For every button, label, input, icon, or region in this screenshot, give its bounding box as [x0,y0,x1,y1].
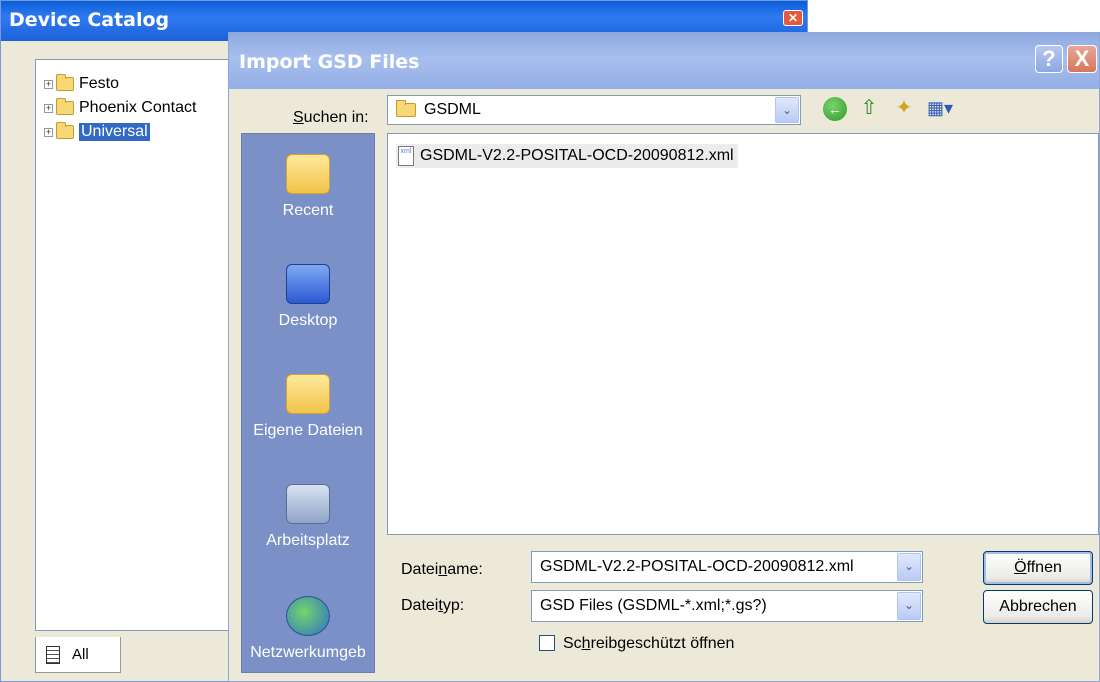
file-item[interactable]: xml GSDML-V2.2-POSITAL-OCD-20090812.xml [396,144,738,168]
tree-item-phoenix-contact[interactable]: + Phoenix Contact [44,98,196,118]
filename-label-post: ame: [447,561,483,578]
place-label: Arbeitsplatz [266,532,350,549]
look-in-value: GSDML [424,101,481,118]
expand-icon[interactable]: + [44,127,53,137]
cancel-button[interactable]: Abbrechen [983,590,1093,624]
tree-item-universal[interactable]: + Universal [44,122,150,142]
open-button[interactable]: Öffnen [983,551,1093,585]
look-in-label: Suchen in: [293,109,369,127]
new-folder-icon[interactable]: ✦ [891,95,917,121]
filename-accesskey: n [438,561,448,578]
filename-label: Dateiname: [401,561,483,579]
readonly-label[interactable]: Schreibgeschützt öffnen [563,635,734,653]
place-my-computer[interactable]: Arbeitsplatz [242,484,374,550]
readonly-checkbox[interactable] [539,635,555,651]
place-recent[interactable]: Recent [242,154,374,220]
folder-icon [396,100,416,117]
open-button-label: ffnen [1026,559,1062,576]
filetype-label: Dateityp: [401,597,464,615]
network-icon [286,596,330,636]
recent-folder-icon [286,154,330,194]
close-button[interactable]: X [1067,45,1097,73]
tab-all-label: All [72,646,89,663]
document-icon [46,645,60,664]
place-network[interactable]: Netzwerkumgeb [242,596,374,662]
filename-label-pre: Datei [401,561,439,578]
chevron-down-icon[interactable]: ⌄ [897,592,921,620]
filename-input[interactable]: GSDML-V2.2-POSITAL-OCD-20090812.xml ⌄ [531,551,923,583]
readonly-label-post: reibgeschützt öffnen [590,635,735,652]
back-icon[interactable]: ← [823,97,847,121]
look-in-dropdown[interactable]: GSDML ⌄ [387,95,801,125]
device-tree: + Festo + Phoenix Contact + Universal [35,59,235,631]
folder-icon [56,122,74,139]
places-bar: Recent Desktop Eigene Dateien Arbeitspla… [241,133,375,673]
tab-all[interactable]: All [35,637,121,673]
views-menu-icon[interactable]: ▦▾ [927,95,971,121]
tree-item-label: Festo [79,75,120,92]
look-in-label-text: uchen in: [303,109,369,126]
xml-file-icon: xml [398,146,414,166]
import-gsd-dialog: Import GSD Files ? X Suchen in: GSDML ⌄ … [228,32,1100,682]
filename-value: GSDML-V2.2-POSITAL-OCD-20090812.xml [540,558,854,575]
filetype-label-post: yp: [442,597,465,614]
place-label: Recent [282,202,334,219]
tree-item-festo[interactable]: + Festo [44,74,119,94]
file-list[interactable]: xml GSDML-V2.2-POSITAL-OCD-20090812.xml [387,133,1099,535]
readonly-label-pre: Sc [563,635,582,652]
place-label: Desktop [278,312,338,329]
open-accesskey: Ö [1014,559,1027,576]
filetype-dropdown[interactable]: GSD Files (GSDML-*.xml;*.gs?) ⌄ [531,590,923,622]
place-label: Netzwerkumgeb [250,644,366,661]
chevron-down-icon[interactable]: ⌄ [775,97,799,123]
expand-icon[interactable]: + [44,79,53,89]
device-catalog-close-button[interactable]: ✕ [783,10,803,26]
look-in-accesskey: S [293,109,304,126]
place-label: Eigene Dateien [253,422,363,439]
my-computer-icon [286,484,330,524]
filetype-value: GSD Files (GSDML-*.xml;*.gs?) [540,597,767,614]
dialog-title: Import GSD Files [239,51,420,73]
expand-icon[interactable]: + [44,103,53,113]
desktop-icon [286,264,330,304]
chevron-down-icon[interactable]: ⌄ [897,553,921,581]
folder-icon [56,98,74,115]
folder-icon [56,74,74,91]
filetype-label-pre: Datei [401,597,439,614]
place-my-documents[interactable]: Eigene Dateien [242,374,374,440]
my-documents-icon [286,374,330,414]
help-button[interactable]: ? [1035,45,1063,73]
readonly-accesskey: h [581,635,591,652]
tree-item-label: Phoenix Contact [79,99,197,116]
up-folder-icon[interactable]: ⇧ [857,95,881,121]
tree-item-label: Universal [79,123,150,141]
file-name: GSDML-V2.2-POSITAL-OCD-20090812.xml [420,147,734,164]
device-catalog-title: Device Catalog [9,9,170,31]
dialog-titlebar[interactable]: Import GSD Files ? X [229,33,1099,89]
place-desktop[interactable]: Desktop [242,264,374,330]
